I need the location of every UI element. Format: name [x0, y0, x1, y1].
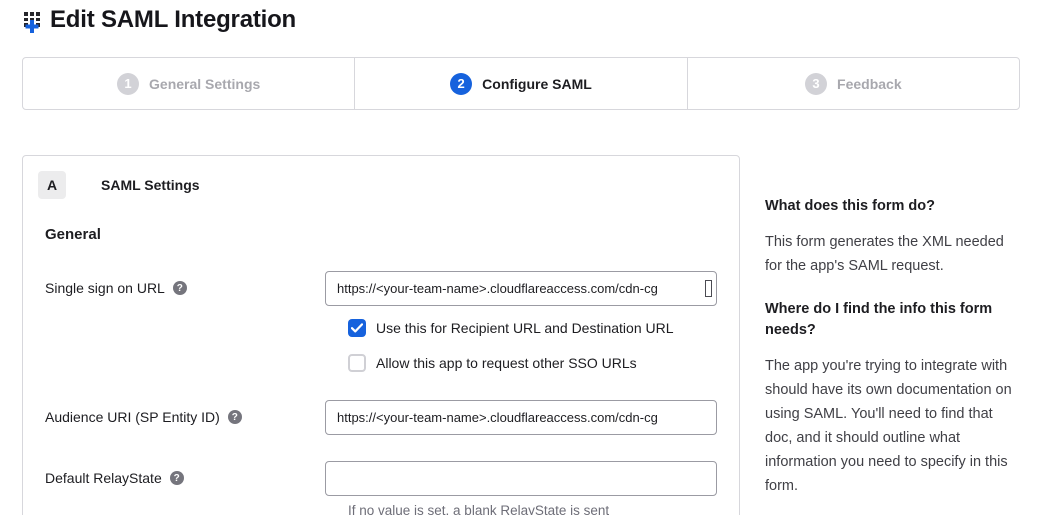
- other-sso-urls-checkbox-row: Allow this app to request other SSO URLs: [348, 354, 739, 372]
- help-icon[interactable]: ?: [173, 281, 187, 295]
- field-control-wrap: [325, 461, 717, 496]
- step-number-badge: 1: [117, 73, 139, 95]
- section-title: SAML Settings: [101, 177, 200, 193]
- sso-url-input[interactable]: [325, 271, 717, 306]
- audience-uri-input[interactable]: [325, 400, 717, 435]
- recipient-url-checkbox[interactable]: [348, 319, 366, 337]
- step-number-badge: 2: [450, 73, 472, 95]
- other-sso-urls-checkbox[interactable]: [348, 354, 366, 372]
- sidebar-heading-where: Where do I find the info this form needs…: [765, 299, 1019, 341]
- field-label-wrap: Default RelayState ?: [45, 461, 325, 496]
- field-row-audience-uri: Audience URI (SP Entity ID) ?: [23, 400, 739, 435]
- section-header: A SAML Settings: [38, 171, 739, 199]
- step-feedback[interactable]: 3 Feedback: [687, 58, 1019, 109]
- help-sidebar: What does this form do? This form genera…: [765, 196, 1019, 515]
- step-label: Configure SAML: [482, 76, 592, 92]
- edit-saml-integration-page: Edit SAML Integration 1 General Settings…: [0, 0, 1063, 515]
- default-relaystate-input[interactable]: [325, 461, 717, 496]
- step-general-settings[interactable]: 1 General Settings: [23, 58, 354, 109]
- step-label: General Settings: [149, 76, 260, 92]
- text-caret: [705, 280, 712, 297]
- relaystate-hint: If no value is set, a blank RelayState i…: [348, 503, 739, 515]
- recipient-url-checkbox-row: Use this for Recipient URL and Destinati…: [348, 319, 739, 337]
- sso-url-input-wrap: [325, 271, 717, 306]
- other-sso-urls-checkbox-label: Allow this app to request other SSO URLs: [376, 355, 637, 371]
- step-label: Feedback: [837, 76, 902, 92]
- page-title: Edit SAML Integration: [50, 6, 296, 34]
- recipient-url-checkbox-label: Use this for Recipient URL and Destinati…: [376, 320, 674, 336]
- step-configure-saml[interactable]: 2 Configure SAML: [354, 58, 686, 109]
- field-control-wrap: [325, 271, 717, 306]
- field-control-wrap: [325, 400, 717, 435]
- sso-url-label: Single sign on URL: [45, 279, 165, 297]
- app-grid-plus-icon: [21, 7, 48, 34]
- sidebar-heading-what: What does this form do?: [765, 196, 1019, 217]
- help-icon[interactable]: ?: [228, 410, 242, 424]
- field-label-wrap: Single sign on URL ?: [45, 271, 325, 306]
- field-row-default-relaystate: Default RelayState ?: [23, 461, 739, 496]
- section-badge-a: A: [38, 171, 66, 199]
- step-number-badge: 3: [805, 73, 827, 95]
- sidebar-paragraph-where: The app you're trying to integrate with …: [765, 354, 1019, 498]
- audience-uri-label: Audience URI (SP Entity ID): [45, 408, 220, 426]
- saml-settings-card: A SAML Settings General Single sign on U…: [22, 155, 740, 515]
- field-row-sso-url: Single sign on URL ?: [23, 271, 739, 306]
- field-label-wrap: Audience URI (SP Entity ID) ?: [45, 400, 325, 435]
- group-title-general: General: [45, 226, 739, 243]
- default-relaystate-label: Default RelayState: [45, 469, 162, 487]
- sidebar-paragraph-what: This form generates the XML needed for t…: [765, 230, 1019, 278]
- help-icon[interactable]: ?: [170, 471, 184, 485]
- page-header: Edit SAML Integration: [21, 6, 296, 34]
- wizard-steps: 1 General Settings 2 Configure SAML 3 Fe…: [22, 57, 1020, 110]
